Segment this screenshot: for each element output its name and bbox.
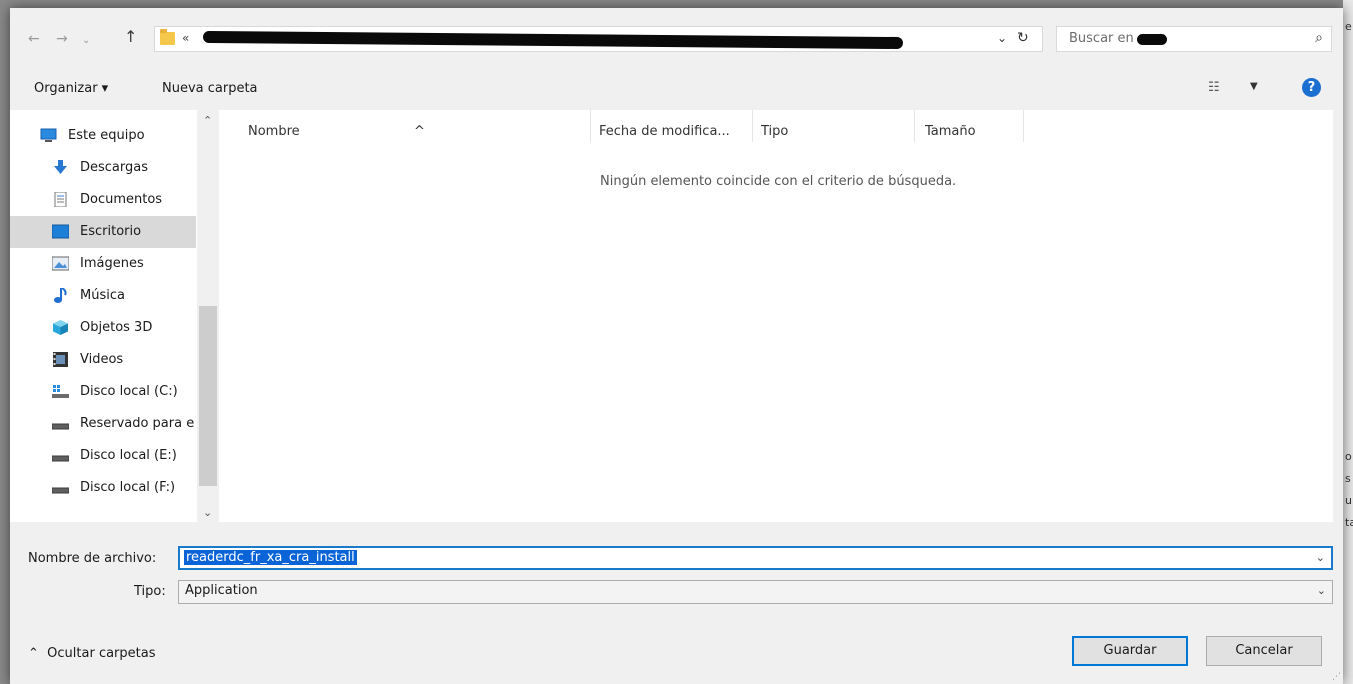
filename-input[interactable]: readerdc_fr_xa_cra_install ⌄: [178, 546, 1333, 570]
breadcrumb-overflow[interactable]: «: [182, 31, 189, 45]
video-icon: [53, 352, 68, 367]
address-bar-row: ← → ⌄ ↑ « ⌄ ↻ Buscar en ⌕: [10, 24, 1343, 54]
column-header-label: Tamaño: [925, 124, 976, 139]
column-header-modified[interactable]: Fecha de modifica...: [591, 110, 753, 142]
search-icon[interactable]: ⌕: [1315, 30, 1323, 46]
drive-icon: [52, 487, 69, 494]
hide-folders-toggle[interactable]: ⌃ Ocultar carpetas: [28, 646, 156, 661]
sidebar-item-label: Documentos: [80, 192, 163, 207]
cube-icon: [53, 320, 68, 335]
document-icon: [54, 192, 67, 207]
redacted-path: [202, 30, 904, 50]
search-placeholder: Buscar en: [1069, 31, 1134, 46]
sidebar-item-escritorio[interactable]: Escritorio: [10, 216, 196, 248]
new-folder-button[interactable]: Nueva carpeta: [162, 81, 258, 96]
sidebar-item-documentos[interactable]: Documentos: [10, 184, 196, 216]
sidebar-item-label: Música: [80, 288, 125, 303]
sidebar-item-este-equipo[interactable]: Este equipo: [10, 120, 196, 152]
bg-text-fragment: e: [1345, 20, 1352, 33]
navigation-pane: Este equipo Descargas Documentos Escrito…: [10, 110, 220, 522]
sidebar-item-label: Disco local (E:): [80, 448, 177, 463]
sidebar-item-imagenes[interactable]: Imágenes: [10, 248, 196, 280]
sidebar-item-label: Descargas: [80, 160, 149, 175]
bg-text-fragment: u: [1345, 494, 1352, 507]
help-icon[interactable]: ?: [1302, 78, 1321, 97]
up-arrow-icon[interactable]: ↑: [124, 28, 137, 46]
sidebar-item-disco-c[interactable]: Disco local (C:): [10, 376, 196, 408]
navigation-scrollbar[interactable]: ⌃ ⌄: [197, 110, 219, 522]
view-options-dropdown-icon[interactable]: ▼: [1250, 81, 1258, 92]
folder-icon: [160, 29, 175, 45]
refresh-icon[interactable]: ↻: [1017, 30, 1029, 46]
bg-text-fragment: ta: [1345, 516, 1353, 529]
column-header-type[interactable]: Tipo: [753, 110, 915, 142]
sidebar-item-disco-f[interactable]: Disco local (F:): [10, 472, 196, 504]
file-type-select[interactable]: Application ⌄: [178, 580, 1333, 604]
bg-text-fragment: o: [1345, 450, 1352, 463]
organize-button[interactable]: Organizar ▾: [34, 81, 108, 96]
desktop-icon: [52, 224, 69, 239]
sidebar-item-videos[interactable]: Videos: [10, 344, 196, 376]
sidebar-item-label: Disco local (F:): [80, 480, 176, 495]
drive-icon: [52, 455, 69, 462]
save-button[interactable]: Guardar: [1072, 636, 1188, 666]
drive-icon: [52, 423, 69, 430]
column-header-name[interactable]: Nombre ^: [220, 110, 591, 142]
forward-arrow-icon[interactable]: →: [56, 30, 68, 48]
file-type-dropdown-icon[interactable]: ⌄: [1317, 584, 1326, 597]
resize-grip-icon[interactable]: ⋰: [1332, 672, 1341, 682]
download-icon: [54, 160, 67, 174]
scroll-up-icon[interactable]: ⌃: [203, 114, 212, 127]
cancel-button[interactable]: Cancelar: [1206, 636, 1322, 666]
scroll-down-icon[interactable]: ⌄: [203, 506, 212, 519]
command-bar: Organizar ▾ Nueva carpeta ☷ ▼ ?: [10, 72, 1343, 106]
file-type-value: Application: [185, 583, 258, 598]
sidebar-item-label: Este equipo: [68, 128, 145, 143]
hide-folders-label: Ocultar carpetas: [47, 646, 156, 661]
chevron-up-icon: ⌃: [28, 646, 39, 661]
sidebar-item-label: Reservado para e: [80, 416, 195, 431]
sidebar-item-objetos-3d[interactable]: Objetos 3D: [10, 312, 196, 344]
computer-icon: [40, 128, 57, 142]
search-box[interactable]: Buscar en ⌕: [1056, 26, 1332, 52]
address-dropdown-icon[interactable]: ⌄: [997, 31, 1007, 45]
sidebar-item-label: Imágenes: [80, 256, 144, 271]
file-list-scroll-strip: [1333, 110, 1343, 522]
column-header-label: Tipo: [761, 124, 789, 139]
column-header-label: Nombre: [248, 124, 300, 139]
column-header-size[interactable]: Tamaño: [915, 110, 1024, 142]
save-as-dialog: ← → ⌄ ↑ « ⌄ ↻ Buscar en ⌕ Organizar ▾ Nu…: [10, 8, 1343, 684]
sidebar-item-reservado[interactable]: Reservado para e: [10, 408, 196, 440]
sidebar-item-label: Escritorio: [80, 224, 142, 239]
recent-locations-chevron-icon[interactable]: ⌄: [82, 32, 90, 50]
filename-dropdown-icon[interactable]: ⌄: [1316, 551, 1325, 564]
address-bar[interactable]: « ⌄ ↻: [154, 26, 1043, 52]
column-header-label: Fecha de modifica...: [599, 124, 730, 139]
background-window-edge: e o s u ta: [1343, 0, 1353, 684]
sidebar-item-descargas[interactable]: Descargas: [10, 152, 196, 184]
music-icon: [54, 288, 67, 303]
scrollbar-thumb[interactable]: [199, 306, 217, 486]
filename-label: Nombre de archivo:: [28, 551, 157, 566]
sidebar-item-disco-e[interactable]: Disco local (E:): [10, 440, 196, 472]
view-options-icon[interactable]: ☷: [1208, 80, 1220, 95]
windows-drive-icon: [52, 385, 69, 398]
sort-ascending-icon: ^: [414, 124, 425, 139]
sidebar-item-musica[interactable]: Música: [10, 280, 196, 312]
file-list-pane: Nombre ^ Fecha de modifica... Tipo Tamañ…: [220, 110, 1333, 522]
file-type-label: Tipo:: [134, 584, 166, 599]
sidebar-item-label: Disco local (C:): [80, 384, 178, 399]
filename-value: readerdc_fr_xa_cra_install: [184, 550, 357, 565]
redacted-search-scope: [1137, 34, 1167, 45]
pictures-icon: [52, 256, 69, 271]
bg-text-fragment: s: [1345, 472, 1351, 485]
empty-results-message: Ningún elemento coincide con el criterio…: [600, 174, 957, 189]
sidebar-item-label: Objetos 3D: [80, 320, 153, 335]
sidebar-item-label: Videos: [80, 352, 124, 367]
back-arrow-icon[interactable]: ←: [28, 30, 40, 48]
